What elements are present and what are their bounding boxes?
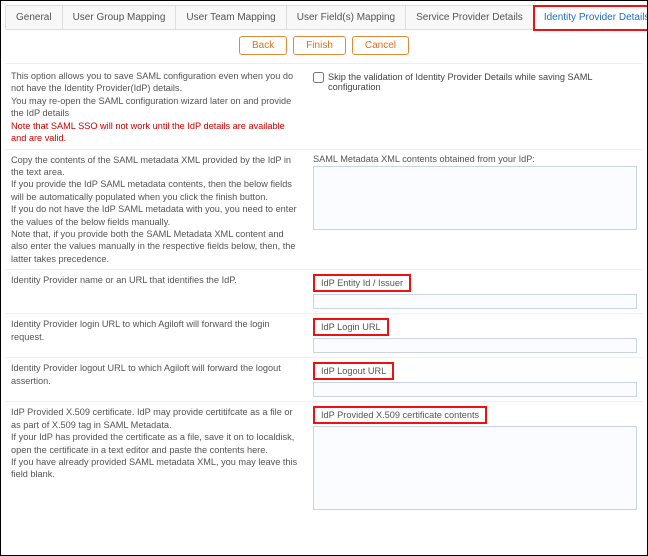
cancel-button-top[interactable]: Cancel	[352, 36, 409, 55]
login-url-desc: Identity Provider login URL to which Agi…	[11, 318, 301, 353]
section-login-url: Identity Provider login URL to which Agi…	[5, 314, 643, 358]
issuer-placeholder: IdP Entity Id / Issuer	[313, 274, 411, 292]
logout-url-placeholder: IdP Logout URL	[313, 362, 394, 380]
tab-user-fields-mapping[interactable]: User Field(s) Mapping	[287, 6, 406, 29]
tab-user-group-mapping[interactable]: User Group Mapping	[63, 6, 177, 29]
info-text: Copy the contents of the SAML metadata X…	[11, 154, 301, 179]
top-button-row: Back Finish Cancel	[5, 30, 643, 61]
info-text: If you do not have the IdP SAML metadata…	[11, 203, 301, 228]
cert-desc: IdP Provided X.509 certificate. IdP may …	[11, 406, 301, 431]
tab-identity-provider-details[interactable]: Identity Provider Details	[534, 6, 648, 30]
section-metadata: Copy the contents of the SAML metadata X…	[5, 150, 643, 271]
skip-validation-checkbox[interactable]	[313, 72, 324, 83]
tab-general[interactable]: General	[6, 6, 63, 29]
info-text: Note that, if you provide both the SAML …	[11, 228, 301, 265]
finish-button-top[interactable]: Finish	[293, 36, 346, 55]
back-button-top[interactable]: Back	[239, 36, 287, 55]
metadata-xml-textarea[interactable]	[313, 166, 637, 230]
tab-service-provider-details[interactable]: Service Provider Details	[406, 6, 534, 29]
skip-validation-label[interactable]: Skip the validation of Identity Provider…	[313, 70, 637, 92]
metadata-xml-label: SAML Metadata XML contents obtained from…	[313, 154, 637, 164]
section-issuer: Identity Provider name or an URL that id…	[5, 270, 643, 314]
warning-text: Note that SAML SSO will not work until t…	[11, 120, 301, 145]
login-url-placeholder: IdP Login URL	[313, 318, 389, 336]
logout-url-desc: Identity Provider logout URL to which Ag…	[11, 362, 301, 397]
section-skip-validation: This option allows you to save SAML conf…	[5, 66, 643, 150]
login-url-input[interactable]	[313, 338, 637, 353]
issuer-input[interactable]	[313, 294, 637, 309]
section-certificate: IdP Provided X.509 certificate. IdP may …	[5, 402, 643, 514]
skip-validation-text: Skip the validation of Identity Provider…	[328, 72, 637, 92]
tab-user-team-mapping[interactable]: User Team Mapping	[176, 6, 286, 29]
issuer-desc: Identity Provider name or an URL that id…	[11, 274, 301, 309]
cert-desc: If your IdP has provided the certificate…	[11, 431, 301, 456]
cert-desc: If you have already provided SAML metada…	[11, 456, 301, 481]
info-text: You may re-open the SAML configuration w…	[11, 95, 301, 120]
info-text: This option allows you to save SAML conf…	[11, 70, 301, 95]
logout-url-input[interactable]	[313, 382, 637, 397]
cert-placeholder: IdP Provided X.509 certificate contents	[313, 406, 487, 424]
cert-textarea[interactable]	[313, 426, 637, 510]
section-logout-url: Identity Provider logout URL to which Ag…	[5, 358, 643, 402]
tab-bar: General User Group Mapping User Team Map…	[5, 5, 643, 30]
info-text: If you provide the IdP SAML metadata con…	[11, 178, 301, 203]
